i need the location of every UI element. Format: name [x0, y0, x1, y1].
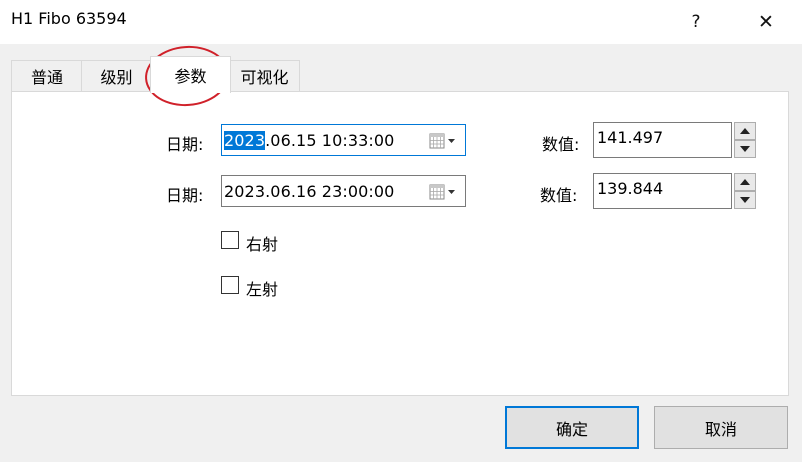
ray-left-checkbox[interactable]: [221, 276, 239, 294]
triangle-down-icon: [740, 146, 750, 152]
value2-spinner[interactable]: [734, 173, 756, 209]
tab-levels[interactable]: 级别: [81, 60, 152, 91]
date1-label: 日期:: [166, 135, 204, 154]
triangle-up-icon: [740, 179, 750, 185]
date2-text: 2023.06.16 23:00:00: [224, 182, 395, 201]
date2-label: 日期:: [166, 186, 204, 205]
value1-spin-up[interactable]: [734, 122, 756, 140]
value2-text: 139.844: [597, 179, 664, 198]
tab-visualization[interactable]: 可视化: [229, 60, 300, 91]
tab-general[interactable]: 普通: [11, 60, 83, 91]
cancel-button[interactable]: 取消: [654, 406, 788, 449]
value2-spin-up[interactable]: [734, 173, 756, 191]
ok-button[interactable]: 确定: [505, 406, 639, 449]
value1-label: 数值:: [542, 135, 580, 154]
date1-selected-text: 2023: [224, 131, 266, 150]
calendar-dropdown-icon[interactable]: [429, 132, 457, 150]
date2-picker[interactable]: 2023.06.16 23:00:00: [221, 175, 466, 207]
value2-input[interactable]: 139.844: [593, 173, 732, 209]
help-button[interactable]: ?: [674, 0, 718, 44]
value1-input[interactable]: 141.497: [593, 122, 732, 158]
value1-spinner[interactable]: [734, 122, 756, 158]
value1-spin-down[interactable]: [734, 140, 756, 158]
triangle-up-icon: [740, 128, 750, 134]
ray-left-label: 左射: [246, 280, 279, 299]
window-title: H1 Fibo 63594: [11, 9, 127, 28]
value2-spin-down[interactable]: [734, 191, 756, 209]
ray-right-label: 右射: [246, 235, 279, 254]
date1-picker[interactable]: 2023.06.15 10:33:00: [221, 124, 466, 156]
value2-label: 数值:: [540, 186, 578, 205]
ray-right-checkbox[interactable]: [221, 231, 239, 249]
triangle-down-icon: [740, 197, 750, 203]
calendar-dropdown-icon[interactable]: [429, 183, 457, 201]
title-bar: H1 Fibo 63594 ? ✕: [0, 0, 802, 44]
value1-text: 141.497: [597, 128, 664, 147]
close-button[interactable]: ✕: [744, 0, 788, 44]
date1-text: .06.15 10:33:00: [265, 131, 395, 150]
tab-parameters[interactable]: 参数: [150, 56, 231, 93]
tab-strip: 普通 级别 参数 可视化: [11, 56, 791, 93]
